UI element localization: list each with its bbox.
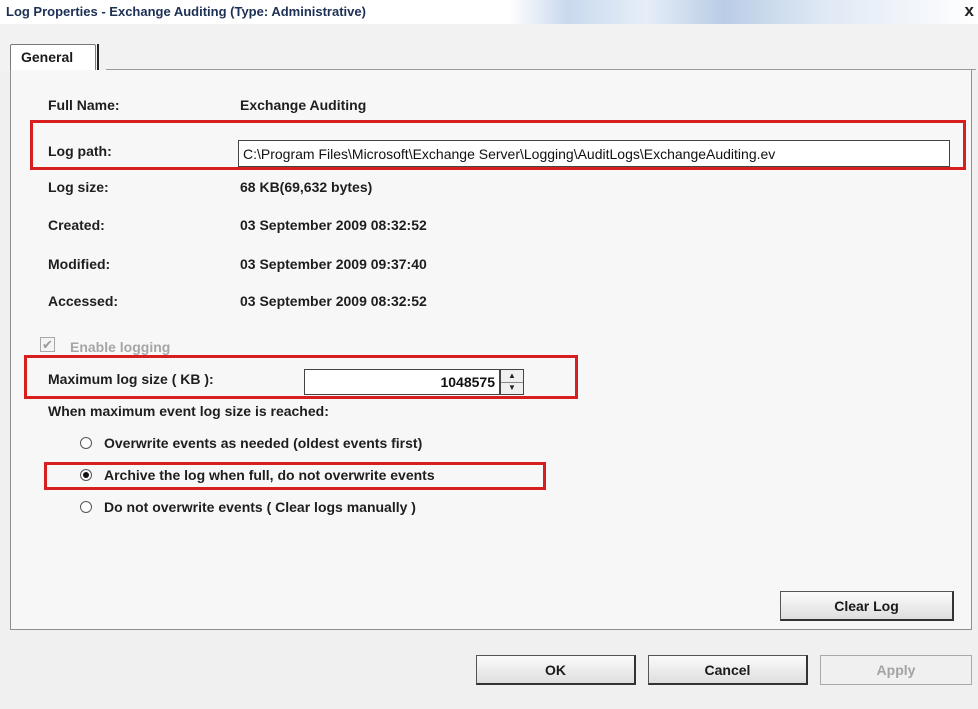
tab-strip: General xyxy=(0,24,978,72)
apply-button[interactable]: Apply xyxy=(820,655,972,685)
overwrite-as-needed-label[interactable]: Overwrite events as needed (oldest event… xyxy=(104,435,422,451)
full-name-value: Exchange Auditing xyxy=(240,97,367,113)
log-size-value: 68 KB(69,632 bytes) xyxy=(240,179,373,195)
max-log-size-input[interactable] xyxy=(304,369,500,395)
modified-label: Modified: xyxy=(48,256,111,272)
enable-logging-checkbox[interactable]: ✔ xyxy=(40,337,55,352)
overwrite-as-needed-radio[interactable] xyxy=(80,437,92,449)
close-icon[interactable]: x xyxy=(965,1,974,21)
tab-general[interactable]: General xyxy=(10,44,99,70)
cancel-button[interactable]: Cancel xyxy=(648,655,808,685)
created-value: 03 September 2009 08:32:52 xyxy=(240,217,427,233)
archive-when-full-radio[interactable] xyxy=(80,469,92,481)
archive-when-full-label[interactable]: Archive the log when full, do not overwr… xyxy=(104,467,435,483)
title-bar: Log Properties - Exchange Auditing (Type… xyxy=(0,0,978,24)
when-full-label: When maximum event log size is reached: xyxy=(48,403,329,419)
log-path-label: Log path: xyxy=(48,143,112,159)
accessed-value: 03 September 2009 08:32:52 xyxy=(240,293,427,309)
window-title: Log Properties - Exchange Auditing (Type… xyxy=(6,4,366,19)
log-size-label: Log size: xyxy=(48,179,109,195)
created-label: Created: xyxy=(48,217,105,233)
do-not-overwrite-label[interactable]: Do not overwrite events ( Clear logs man… xyxy=(104,499,416,515)
clear-log-button[interactable]: Clear Log xyxy=(780,591,954,621)
checkmark-icon: ✔ xyxy=(42,337,53,352)
do-not-overwrite-radio[interactable] xyxy=(80,501,92,513)
log-properties-dialog: Log Properties - Exchange Auditing (Type… xyxy=(0,0,978,709)
max-log-size-spinner[interactable]: ▲ ▼ xyxy=(500,369,524,395)
enable-logging-label: Enable logging xyxy=(70,339,171,355)
modified-value: 03 September 2009 09:37:40 xyxy=(240,256,427,272)
full-name-label: Full Name: xyxy=(48,97,120,113)
accessed-label: Accessed: xyxy=(48,293,119,309)
ok-button[interactable]: OK xyxy=(476,655,636,685)
log-path-field[interactable] xyxy=(238,140,950,167)
max-log-size-label: Maximum log size ( KB ): xyxy=(48,371,214,387)
spin-down-arrow-icon[interactable]: ▼ xyxy=(501,382,523,394)
